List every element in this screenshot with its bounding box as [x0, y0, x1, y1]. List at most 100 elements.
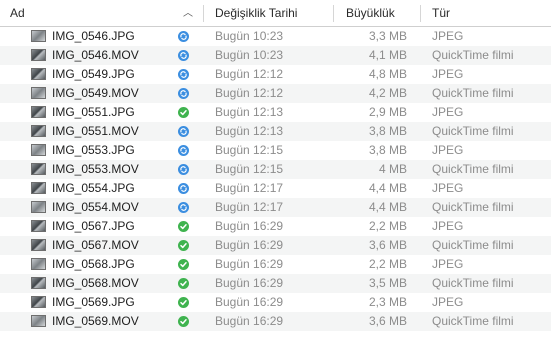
image-thumbnail-icon — [31, 106, 46, 118]
file-kind: JPEG — [432, 67, 464, 81]
column-header-bar: Ad ︿ Değişiklik Tarihi Büyüklük Tür — [0, 0, 551, 27]
file-row[interactable]: IMG_0549.JPG Bugün 12:12 4,8 MB JPEG — [0, 65, 551, 84]
file-size: 3,5 MB — [368, 276, 407, 290]
file-kind: JPEG — [432, 181, 464, 195]
column-header-kind[interactable]: Tür — [432, 0, 450, 26]
file-name: IMG_0546.MOV — [52, 48, 139, 62]
column-header-date[interactable]: Değişiklik Tarihi — [215, 0, 297, 26]
file-kind: QuickTime filmi — [432, 238, 514, 252]
file-kind: JPEG — [432, 29, 464, 43]
file-size: 4,4 MB — [368, 181, 407, 195]
image-thumbnail-icon — [31, 144, 46, 156]
file-row[interactable]: IMG_0567.MOV Bugün 16:29 3,6 MB QuickTime f… — [0, 236, 551, 255]
file-kind: QuickTime filmi — [432, 124, 514, 138]
file-size: 3,8 MB — [368, 143, 407, 157]
file-kind: QuickTime filmi — [432, 200, 514, 214]
file-name: IMG_0551.MOV — [52, 124, 139, 138]
file-size: 2,2 MB — [368, 257, 407, 271]
file-date: Bugün 12:13 — [215, 124, 284, 138]
image-thumbnail-icon — [31, 182, 46, 194]
syncing-icon — [178, 202, 189, 213]
syncing-icon — [178, 31, 189, 42]
file-name: IMG_0567.JPG — [52, 219, 135, 233]
file-kind: JPEG — [432, 143, 464, 157]
file-date: Bugün 10:23 — [215, 29, 284, 43]
file-row[interactable]: IMG_0569.JPG Bugün 16:29 2,3 MB JPEG — [0, 293, 551, 312]
file-date: Bugün 16:29 — [215, 295, 284, 309]
file-row[interactable]: IMG_0549.MOV Bugün 12:12 4,2 MB QuickTime f… — [0, 84, 551, 103]
file-date: Bugün 16:29 — [215, 257, 284, 271]
column-divider[interactable] — [333, 5, 334, 22]
movie-thumbnail-icon — [31, 201, 46, 213]
file-size: 4,2 MB — [368, 86, 407, 100]
file-row[interactable]: IMG_0554.MOV Bugün 12:17 4,4 MB QuickTime f… — [0, 198, 551, 217]
file-row[interactable]: IMG_0553.JPG Bugün 12:15 3,8 MB JPEG — [0, 141, 551, 160]
chevron-up-icon[interactable]: ︿ — [183, 0, 193, 26]
column-divider[interactable] — [420, 5, 421, 22]
file-row[interactable]: IMG_0546.JPG Bugün 10:23 3,3 MB JPEG — [0, 27, 551, 46]
syncing-icon — [178, 126, 189, 137]
file-row[interactable]: IMG_0567.JPG Bugün 16:29 2,2 MB JPEG — [0, 217, 551, 236]
file-size: 3,6 MB — [368, 238, 407, 252]
file-name: IMG_0568.JPG — [52, 257, 135, 271]
file-row[interactable]: IMG_0569.MOV Bugün 16:29 3,6 MB QuickTime f… — [0, 312, 551, 331]
file-kind: JPEG — [432, 257, 464, 271]
file-size: 3,3 MB — [368, 29, 407, 43]
file-row[interactable]: IMG_0551.JPG Bugün 12:13 2,9 MB JPEG — [0, 103, 551, 122]
file-row[interactable]: IMG_0551.MOV Bugün 12:13 3,8 MB QuickTime f… — [0, 122, 551, 141]
movie-thumbnail-icon — [31, 239, 46, 251]
image-thumbnail-icon — [31, 68, 46, 80]
file-date: Bugün 16:29 — [215, 276, 284, 290]
file-name: IMG_0554.MOV — [52, 200, 139, 214]
image-thumbnail-icon — [31, 296, 46, 308]
file-date: Bugün 12:12 — [215, 86, 284, 100]
file-kind: QuickTime filmi — [432, 314, 514, 328]
image-thumbnail-icon — [31, 258, 46, 270]
file-date: Bugün 12:17 — [215, 181, 284, 195]
file-name: IMG_0553.JPG — [52, 143, 135, 157]
file-date: Bugün 16:29 — [215, 238, 284, 252]
file-list: IMG_0546.JPG Bugün 10:23 3,3 MB JPEG IMG_054… — [0, 27, 551, 331]
file-row[interactable]: IMG_0554.JPG Bugün 12:17 4,4 MB JPEG — [0, 179, 551, 198]
file-size: 4,4 MB — [368, 200, 407, 214]
file-name: IMG_0546.JPG — [52, 29, 135, 43]
file-size: 2,3 MB — [368, 295, 407, 309]
image-thumbnail-icon — [31, 220, 46, 232]
file-kind: QuickTime filmi — [432, 276, 514, 290]
synced-check-icon — [178, 297, 189, 308]
file-row[interactable]: IMG_0553.MOV Bugün 12:15 4 MB QuickTime fil… — [0, 160, 551, 179]
file-size: 4,1 MB — [368, 48, 407, 62]
file-date: Bugün 16:29 — [215, 314, 284, 328]
file-kind: QuickTime filmi — [432, 86, 514, 100]
movie-thumbnail-icon — [31, 125, 46, 137]
file-date: Bugün 16:29 — [215, 219, 284, 233]
syncing-icon — [178, 50, 189, 61]
movie-thumbnail-icon — [31, 315, 46, 327]
synced-check-icon — [178, 221, 189, 232]
column-divider[interactable] — [203, 5, 204, 22]
file-size: 2,2 MB — [368, 219, 407, 233]
file-row[interactable]: IMG_0546.MOV Bugün 10:23 4,1 MB QuickTime f… — [0, 46, 551, 65]
synced-check-icon — [178, 107, 189, 118]
file-date: Bugün 12:15 — [215, 143, 284, 157]
file-name: IMG_0554.JPG — [52, 181, 135, 195]
file-name: IMG_0567.MOV — [52, 238, 139, 252]
file-row[interactable]: IMG_0568.JPG Bugün 16:29 2,2 MB JPEG — [0, 255, 551, 274]
file-name: IMG_0553.MOV — [52, 162, 139, 176]
file-date: Bugün 10:23 — [215, 48, 284, 62]
syncing-icon — [178, 145, 189, 156]
file-kind: JPEG — [432, 295, 464, 309]
syncing-icon — [178, 69, 189, 80]
synced-check-icon — [178, 259, 189, 270]
column-header-name[interactable]: Ad — [10, 0, 25, 26]
syncing-icon — [178, 183, 189, 194]
file-name: IMG_0549.JPG — [52, 67, 135, 81]
column-header-size[interactable]: Büyüklük — [346, 0, 395, 26]
file-row[interactable]: IMG_0568.MOV Bugün 16:29 3,5 MB QuickTime f… — [0, 274, 551, 293]
file-size: 4 MB — [378, 162, 407, 176]
file-size: 3,6 MB — [368, 314, 407, 328]
syncing-icon — [178, 88, 189, 99]
file-name: IMG_0569.MOV — [52, 314, 139, 328]
movie-thumbnail-icon — [31, 277, 46, 289]
movie-thumbnail-icon — [31, 49, 46, 61]
